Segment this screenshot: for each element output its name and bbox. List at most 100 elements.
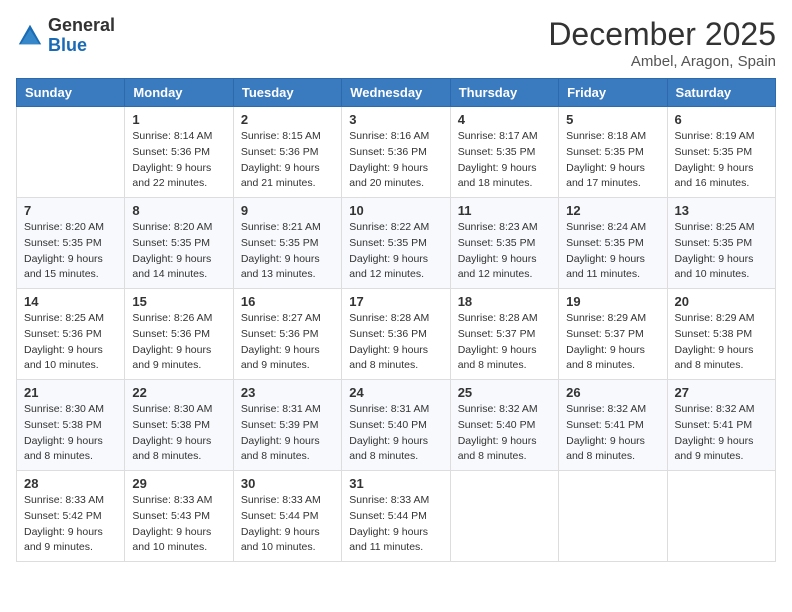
calendar-cell: 24 Sunrise: 8:31 AMSunset: 5:40 PMDayligh…	[342, 380, 450, 471]
day-number: 20	[675, 294, 768, 309]
calendar-cell: 21 Sunrise: 8:30 AMSunset: 5:38 PMDayligh…	[17, 380, 125, 471]
month-title: December 2025	[548, 16, 776, 53]
calendar-cell: 12Sunrise: 8:24 AMSunset: 5:35 PMDayligh…	[559, 198, 667, 289]
day-number: 7	[24, 203, 117, 218]
day-info: Sunrise: 8:21 AMSunset: 5:35 PMDaylight:…	[241, 220, 334, 283]
day-number: 15	[132, 294, 225, 309]
calendar-cell: 19 Sunrise: 8:29 AMSunset: 5:37 PMDayligh…	[559, 289, 667, 380]
day-info: Sunrise: 8:30 AMSunset: 5:38 PMDaylight:…	[24, 402, 117, 465]
location-subtitle: Ambel, Aragon, Spain	[548, 53, 776, 70]
day-number: 10	[349, 203, 442, 218]
calendar-cell: 7 Sunrise: 8:20 AMSunset: 5:35 PMDaylight…	[17, 198, 125, 289]
day-info: Sunrise: 8:33 AMSunset: 5:44 PMDaylight:…	[349, 493, 442, 556]
day-info: Sunrise: 8:29 AMSunset: 5:38 PMDaylight:…	[675, 311, 768, 374]
weekday-header: Thursday	[450, 79, 558, 107]
day-info: Sunrise: 8:31 AMSunset: 5:39 PMDaylight:…	[241, 402, 334, 465]
day-info: Sunrise: 8:31 AMSunset: 5:40 PMDaylight:…	[349, 402, 442, 465]
day-number: 13	[675, 203, 768, 218]
day-info: Sunrise: 8:23 AMSunset: 5:35 PMDaylight:…	[458, 220, 551, 283]
day-info: Sunrise: 8:33 AMSunset: 5:42 PMDaylight:…	[24, 493, 117, 556]
day-info: Sunrise: 8:15 AMSunset: 5:36 PMDaylight:…	[241, 129, 334, 192]
calendar-week-row: 28 Sunrise: 8:33 AMSunset: 5:42 PMDayligh…	[17, 471, 776, 562]
calendar-cell: 31 Sunrise: 8:33 AMSunset: 5:44 PMDayligh…	[342, 471, 450, 562]
calendar-cell: 29Sunrise: 8:33 AMSunset: 5:43 PMDayligh…	[125, 471, 233, 562]
page-header: General Blue December 2025 Ambel, Aragon…	[16, 16, 776, 70]
day-number: 19	[566, 294, 659, 309]
calendar-cell: 9 Sunrise: 8:21 AMSunset: 5:35 PMDaylight…	[233, 198, 341, 289]
day-number: 21	[24, 385, 117, 400]
day-info: Sunrise: 8:26 AMSunset: 5:36 PMDaylight:…	[132, 311, 225, 374]
calendar-cell: 26Sunrise: 8:32 AMSunset: 5:41 PMDayligh…	[559, 380, 667, 471]
day-info: Sunrise: 8:29 AMSunset: 5:37 PMDaylight:…	[566, 311, 659, 374]
calendar-table: SundayMondayTuesdayWednesdayThursdayFrid…	[16, 78, 776, 562]
day-info: Sunrise: 8:18 AMSunset: 5:35 PMDaylight:…	[566, 129, 659, 192]
day-number: 31	[349, 476, 442, 491]
logo: General Blue	[16, 16, 115, 56]
day-info: Sunrise: 8:33 AMSunset: 5:44 PMDaylight:…	[241, 493, 334, 556]
day-number: 11	[458, 203, 551, 218]
calendar-cell	[450, 471, 558, 562]
calendar-cell: 10Sunrise: 8:22 AMSunset: 5:35 PMDayligh…	[342, 198, 450, 289]
day-number: 2	[241, 112, 334, 127]
day-number: 22	[132, 385, 225, 400]
day-number: 14	[24, 294, 117, 309]
calendar-cell: 25 Sunrise: 8:32 AMSunset: 5:40 PMDayligh…	[450, 380, 558, 471]
day-info: Sunrise: 8:25 AMSunset: 5:36 PMDaylight:…	[24, 311, 117, 374]
day-number: 24	[349, 385, 442, 400]
logo-icon	[16, 22, 44, 50]
calendar-cell: 23Sunrise: 8:31 AMSunset: 5:39 PMDayligh…	[233, 380, 341, 471]
calendar-cell: 2 Sunrise: 8:15 AMSunset: 5:36 PMDaylight…	[233, 107, 341, 198]
day-info: Sunrise: 8:20 AMSunset: 5:35 PMDaylight:…	[24, 220, 117, 283]
day-info: Sunrise: 8:30 AMSunset: 5:38 PMDaylight:…	[132, 402, 225, 465]
calendar-cell: 27 Sunrise: 8:32 AMSunset: 5:41 PMDayligh…	[667, 380, 775, 471]
calendar-cell: 18 Sunrise: 8:28 AMSunset: 5:37 PMDayligh…	[450, 289, 558, 380]
calendar-cell: 3 Sunrise: 8:16 AMSunset: 5:36 PMDaylight…	[342, 107, 450, 198]
day-number: 16	[241, 294, 334, 309]
day-number: 25	[458, 385, 551, 400]
day-number: 30	[241, 476, 334, 491]
day-info: Sunrise: 8:19 AMSunset: 5:35 PMDaylight:…	[675, 129, 768, 192]
day-info: Sunrise: 8:28 AMSunset: 5:36 PMDaylight:…	[349, 311, 442, 374]
day-number: 28	[24, 476, 117, 491]
calendar-cell	[559, 471, 667, 562]
day-info: Sunrise: 8:17 AMSunset: 5:35 PMDaylight:…	[458, 129, 551, 192]
day-info: Sunrise: 8:28 AMSunset: 5:37 PMDaylight:…	[458, 311, 551, 374]
day-info: Sunrise: 8:16 AMSunset: 5:36 PMDaylight:…	[349, 129, 442, 192]
calendar-cell: 28 Sunrise: 8:33 AMSunset: 5:42 PMDayligh…	[17, 471, 125, 562]
day-number: 12	[566, 203, 659, 218]
calendar-cell	[17, 107, 125, 198]
calendar-cell: 20 Sunrise: 8:29 AMSunset: 5:38 PMDayligh…	[667, 289, 775, 380]
weekday-header: Monday	[125, 79, 233, 107]
logo-blue-text: Blue	[48, 35, 87, 55]
day-info: Sunrise: 8:32 AMSunset: 5:40 PMDaylight:…	[458, 402, 551, 465]
calendar-cell: 1Sunrise: 8:14 AMSunset: 5:36 PMDaylight…	[125, 107, 233, 198]
calendar-week-row: 14 Sunrise: 8:25 AMSunset: 5:36 PMDayligh…	[17, 289, 776, 380]
day-number: 29	[132, 476, 225, 491]
calendar-header-row: SundayMondayTuesdayWednesdayThursdayFrid…	[17, 79, 776, 107]
calendar-cell: 22 Sunrise: 8:30 AMSunset: 5:38 PMDayligh…	[125, 380, 233, 471]
calendar-cell: 8Sunrise: 8:20 AMSunset: 5:35 PMDaylight…	[125, 198, 233, 289]
calendar-cell: 17Sunrise: 8:28 AMSunset: 5:36 PMDayligh…	[342, 289, 450, 380]
day-number: 6	[675, 112, 768, 127]
title-block: December 2025 Ambel, Aragon, Spain	[548, 16, 776, 70]
weekday-header: Wednesday	[342, 79, 450, 107]
day-info: Sunrise: 8:32 AMSunset: 5:41 PMDaylight:…	[675, 402, 768, 465]
day-number: 4	[458, 112, 551, 127]
calendar-cell: 5Sunrise: 8:18 AMSunset: 5:35 PMDaylight…	[559, 107, 667, 198]
calendar-week-row: 7 Sunrise: 8:20 AMSunset: 5:35 PMDaylight…	[17, 198, 776, 289]
day-info: Sunrise: 8:27 AMSunset: 5:36 PMDaylight:…	[241, 311, 334, 374]
day-number: 27	[675, 385, 768, 400]
calendar-cell: 11 Sunrise: 8:23 AMSunset: 5:35 PMDayligh…	[450, 198, 558, 289]
calendar-cell: 15 Sunrise: 8:26 AMSunset: 5:36 PMDayligh…	[125, 289, 233, 380]
day-number: 18	[458, 294, 551, 309]
day-info: Sunrise: 8:32 AMSunset: 5:41 PMDaylight:…	[566, 402, 659, 465]
calendar-cell: 16 Sunrise: 8:27 AMSunset: 5:36 PMDayligh…	[233, 289, 341, 380]
calendar-week-row: 1Sunrise: 8:14 AMSunset: 5:36 PMDaylight…	[17, 107, 776, 198]
day-number: 9	[241, 203, 334, 218]
day-number: 3	[349, 112, 442, 127]
day-info: Sunrise: 8:20 AMSunset: 5:35 PMDaylight:…	[132, 220, 225, 283]
weekday-header: Friday	[559, 79, 667, 107]
weekday-header: Tuesday	[233, 79, 341, 107]
logo-general-text: General	[48, 15, 115, 35]
calendar-cell: 4 Sunrise: 8:17 AMSunset: 5:35 PMDaylight…	[450, 107, 558, 198]
